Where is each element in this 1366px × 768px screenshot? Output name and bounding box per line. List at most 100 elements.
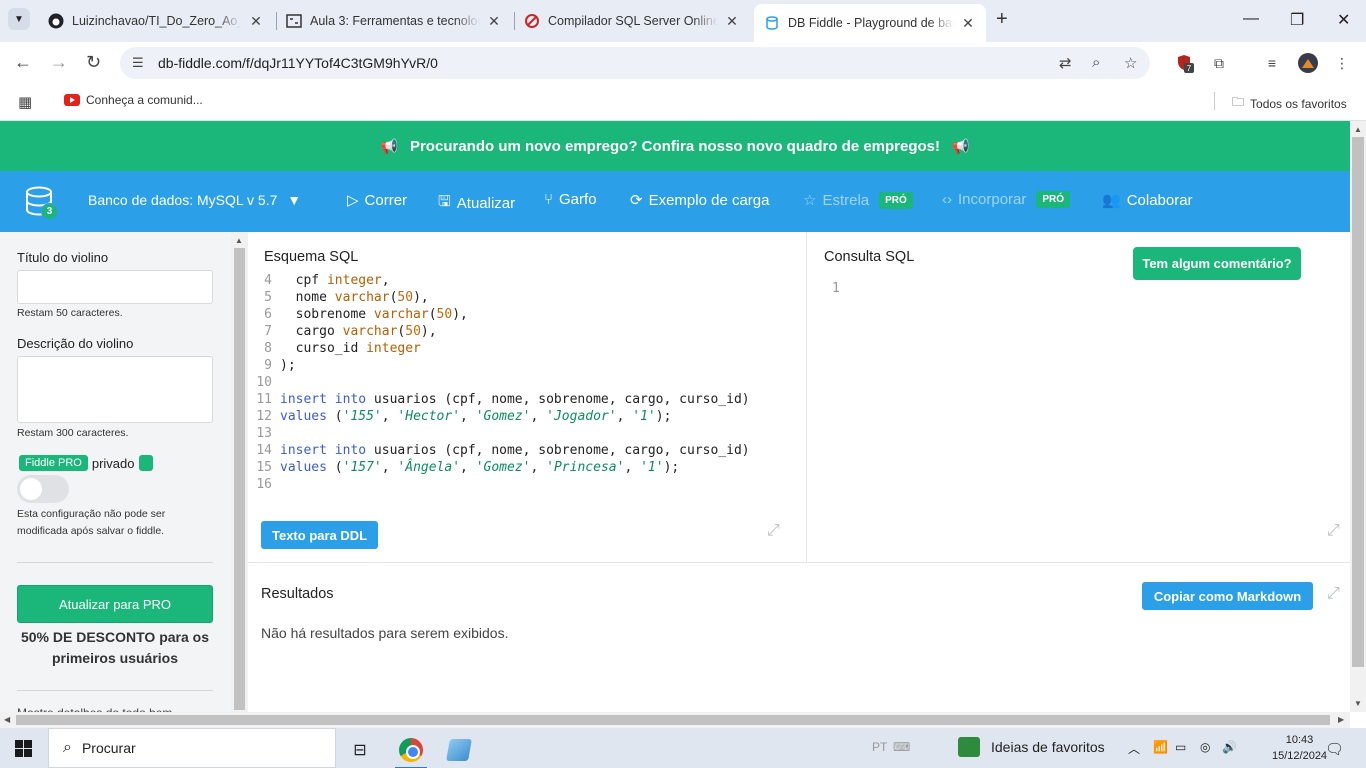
site-settings-icon[interactable]: ☰ xyxy=(132,55,148,71)
wifi-icon[interactable]: 📶 xyxy=(1153,740,1168,754)
text-to-ddl-button[interactable]: Texto para DDL xyxy=(261,521,379,549)
keyboard-icon[interactable]: ⌨ xyxy=(893,740,910,754)
bookmark-star-icon[interactable]: ☆ xyxy=(1124,54,1137,72)
new-tab-button[interactable]: + xyxy=(996,8,1008,31)
media-controls-icon[interactable]: ≡ xyxy=(1262,53,1282,73)
code-line[interactable]: 15 values ('157', 'Ângela', 'Gomez', 'Pri… xyxy=(248,459,807,476)
star-icon: ☆ xyxy=(803,192,817,209)
tab-github[interactable]: Luizinchavao/TI_Do_Zero_Ao_P... ✕ xyxy=(38,6,274,36)
tab-aula[interactable]: Aula 3: Ferramentas e tecnologi... ✕ xyxy=(276,6,512,36)
scroll-thumb[interactable] xyxy=(234,248,245,710)
back-icon[interactable]: ← xyxy=(14,52,32,73)
tab-compiler[interactable]: Compilador SQL Server Online ... ✕ xyxy=(514,6,750,36)
reload-icon[interactable]: ↻ xyxy=(86,52,101,73)
pro-badge: PRÓ xyxy=(1036,191,1071,208)
code-line[interactable]: 10 xyxy=(248,374,807,391)
embed-button[interactable]: ‹› Incorporar PRÓ xyxy=(942,191,1071,208)
code-line[interactable]: 12 values ('155', 'Hector', 'Gomez', 'Jog… xyxy=(248,408,807,425)
expand-icon[interactable]: ⤢ xyxy=(1327,522,1340,540)
taskbar-search[interactable]: ⌕ Procurar xyxy=(48,728,336,768)
database-select[interactable]: Banco de dados: MySQL v 5.7 ▼ xyxy=(88,192,301,208)
code-line[interactable]: 9); xyxy=(248,357,807,374)
db-count-badge: 3 xyxy=(41,203,58,220)
tab-dbfiddle[interactable]: DB Fiddle - Playground de banc... ✕ xyxy=(754,4,986,42)
close-icon[interactable]: ✕ xyxy=(486,13,502,30)
run-button[interactable]: ▷ Correr xyxy=(347,191,407,210)
fork-button[interactable]: ⑂ Garfo xyxy=(544,191,597,208)
omnibox[interactable]: ☰ db-fiddle.com/f/dqJr11YYTof4C3tGM9hYvR… xyxy=(120,47,1150,79)
chrome-icon xyxy=(399,738,423,762)
job-banner[interactable]: 📢 Procurando um novo emprego? Confira no… xyxy=(0,121,1350,171)
close-icon[interactable]: ✕ xyxy=(248,13,264,30)
scroll-thumb[interactable] xyxy=(16,715,1330,725)
code-line[interactable]: 4 cpf integer, xyxy=(248,272,807,289)
sidebar-scrollbar[interactable]: ▲ xyxy=(231,232,248,712)
camera-icon[interactable]: ◎ xyxy=(1200,740,1210,754)
notifications-icon[interactable]: 🗨 xyxy=(1325,740,1344,758)
query-panel: Consulta SQL Tem algum comentário? 1 ⤢ xyxy=(808,232,1350,562)
close-icon[interactable]: ✕ xyxy=(724,13,740,30)
code-line[interactable]: 16 xyxy=(248,476,807,493)
copy-markdown-button[interactable]: Copiar como Markdown xyxy=(1142,582,1313,610)
private-toggle[interactable] xyxy=(17,475,69,503)
language-indicator[interactable]: PT xyxy=(872,740,887,754)
scroll-up-icon[interactable]: ▲ xyxy=(235,236,243,245)
more-menu-icon[interactable]: ⋮ xyxy=(1332,53,1352,73)
code-line[interactable]: 7 cargo varchar(50), xyxy=(248,323,807,340)
scroll-thumb[interactable] xyxy=(1352,137,1364,667)
news-widget[interactable]: Ideias de favoritos xyxy=(958,737,1105,757)
update-button[interactable]: 🖫 Atualizar xyxy=(438,191,515,216)
code-line[interactable]: 6 sobrenome varchar(50), xyxy=(248,306,807,323)
code-line[interactable]: 14 insert into usuarios (cpf, nome, sobre… xyxy=(248,442,807,459)
url-text[interactable]: db-fiddle.com/f/dqJr11YYTof4C3tGM9hYvR/0 xyxy=(158,55,438,71)
notes-app[interactable] xyxy=(439,734,479,766)
clock[interactable]: 10:43 15/12/2024 xyxy=(1272,732,1327,764)
line-number: 7 xyxy=(264,324,272,339)
upgrade-pro-button[interactable]: Atualizar para PRO xyxy=(17,585,213,623)
load-example-button[interactable]: ⟳ Exemplo de carga xyxy=(630,191,769,210)
horizontal-scrollbar[interactable]: ◀ ▶ xyxy=(0,712,1350,728)
refresh-icon: ⟳ xyxy=(630,192,643,209)
scroll-down-icon[interactable]: ▼ xyxy=(1354,699,1362,708)
volume-icon[interactable]: 🔊 xyxy=(1222,740,1237,754)
profile-avatar[interactable] xyxy=(1298,53,1318,73)
expand-icon[interactable]: ⤢ xyxy=(1327,585,1340,603)
scroll-right-icon[interactable]: ▶ xyxy=(1338,715,1344,724)
star-button[interactable]: ☆ Estrela PRÓ xyxy=(803,191,913,209)
code-line[interactable]: 8 curso_id integer xyxy=(248,340,807,357)
scroll-up-icon[interactable]: ▲ xyxy=(1354,125,1362,134)
expand-icon[interactable]: ⤢ xyxy=(767,522,780,540)
battery-icon[interactable]: ▭ xyxy=(1175,740,1186,754)
code-line[interactable]: 11 insert into usuarios (cpf, nome, sobre… xyxy=(248,391,807,408)
collaborate-button[interactable]: 👥 Colaborar xyxy=(1102,191,1193,210)
code-line[interactable]: 5 nome varchar(50), xyxy=(248,289,807,306)
discount-text: 50% DE DESCONTO para os primeiros usuári… xyxy=(20,629,210,666)
windows-start-icon[interactable] xyxy=(15,740,32,757)
database-label: Banco de dados: MySQL v 5.7 xyxy=(88,192,278,208)
page-scrollbar[interactable]: ▲ ▼ xyxy=(1350,121,1366,712)
chrome-app[interactable] xyxy=(391,734,431,768)
fiddle-title-input[interactable] xyxy=(17,270,213,304)
megaphone-icon: 📢 xyxy=(380,137,398,154)
restore-button[interactable]: ❐ xyxy=(1290,10,1304,30)
fiddle-description-input[interactable] xyxy=(17,356,213,423)
code-line[interactable]: 13 xyxy=(248,425,807,442)
close-window-button[interactable]: ✕ xyxy=(1337,10,1350,30)
all-bookmarks-button[interactable]: 🗀 Todos os favoritos xyxy=(1232,93,1347,114)
line-number: 6 xyxy=(264,307,272,322)
minimize-button[interactable]: — xyxy=(1243,10,1259,28)
forward-icon[interactable]: → xyxy=(50,52,68,73)
scroll-left-icon[interactable]: ◀ xyxy=(4,715,10,724)
feedback-button[interactable]: Tem algum comentário? xyxy=(1133,247,1301,280)
tab-search-button[interactable]: ▼ xyxy=(8,8,30,30)
close-icon[interactable]: ✕ xyxy=(960,15,976,32)
chevron-up-icon[interactable]: ︿ xyxy=(1128,740,1140,757)
apps-grid-icon[interactable]: ▦ xyxy=(18,93,32,111)
bookmark-item[interactable]: Conheça a comunid... xyxy=(64,93,203,107)
schema-editor[interactable]: 4 cpf integer, 5 nome varchar(50), 6 sobre… xyxy=(248,272,807,493)
task-view-icon[interactable]: ⊟ xyxy=(340,734,380,766)
extensions-icon[interactable]: ⧉ xyxy=(1209,53,1229,73)
extension-shield-icon[interactable]: 7 xyxy=(1174,53,1194,73)
translate-icon[interactable]: ⇄ xyxy=(1059,54,1072,72)
zoom-icon[interactable]: ⌕ xyxy=(1092,54,1100,71)
